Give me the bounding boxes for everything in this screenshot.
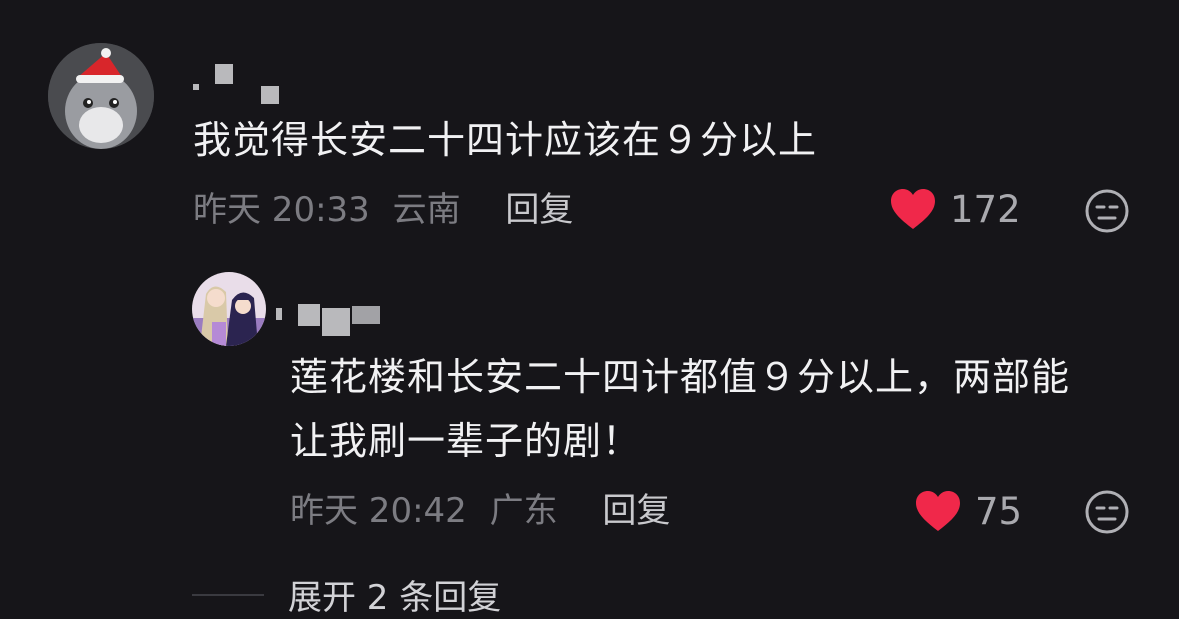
timestamp: 昨天 20:33 xyxy=(193,190,370,230)
username-redacted[interactable] xyxy=(276,300,386,340)
expand-replies-label: 展开 2 条回复 xyxy=(288,578,502,618)
dislike-button[interactable] xyxy=(1085,189,1129,233)
avatar[interactable] xyxy=(48,43,154,149)
totoro-avatar-icon xyxy=(48,43,154,149)
comment-text-line-2: 让我刷一辈子的剧！ xyxy=(290,419,642,463)
location: 广东 xyxy=(489,491,558,531)
divider-line xyxy=(192,593,264,596)
heart-icon xyxy=(916,490,960,531)
reply-button[interactable]: 回复 xyxy=(602,491,670,531)
like-button[interactable]: 172 xyxy=(890,188,1021,231)
comment-text-line-1: 莲花楼和长安二十四计都值９分以上，两部能 xyxy=(290,355,1071,399)
dislike-button[interactable] xyxy=(1085,490,1129,534)
timestamp: 昨天 20:42 xyxy=(290,491,467,531)
username-redacted[interactable] xyxy=(193,64,283,106)
like-count: 75 xyxy=(975,490,1023,533)
heart-icon xyxy=(891,188,935,229)
meh-face-icon xyxy=(1085,189,1129,233)
reply-button[interactable]: 回复 xyxy=(505,190,573,230)
anime-avatar-icon xyxy=(192,272,266,346)
expand-replies-button[interactable]: 展开 2 条回复 xyxy=(192,570,501,619)
like-count: 172 xyxy=(950,188,1021,231)
avatar[interactable] xyxy=(192,272,266,346)
meh-face-icon xyxy=(1085,490,1129,534)
location: 云南 xyxy=(392,190,461,230)
comment-text: 我觉得长安二十四计应该在９分以上 xyxy=(193,118,818,162)
like-button[interactable]: 75 xyxy=(915,490,1022,533)
comment-meta: 昨天 20:33 云南 回复 xyxy=(193,190,573,230)
comment-meta: 昨天 20:42 广东 回复 xyxy=(290,491,670,531)
